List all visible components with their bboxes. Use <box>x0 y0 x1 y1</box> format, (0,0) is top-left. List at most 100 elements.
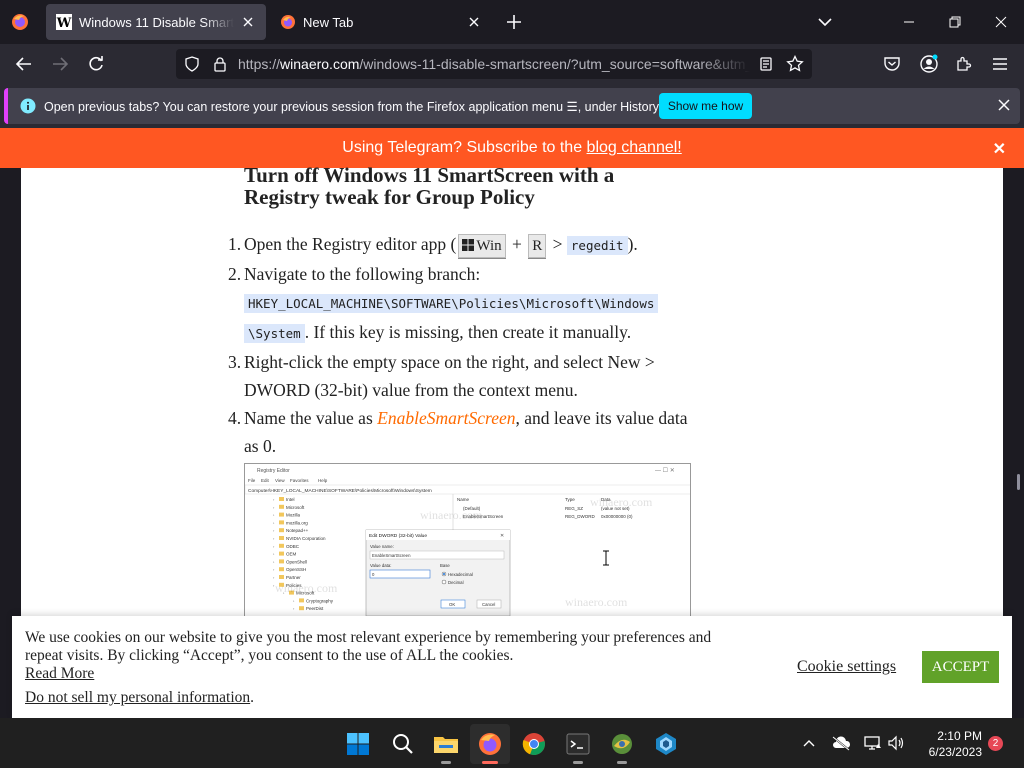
svg-text:winaero.com: winaero.com <box>420 508 483 522</box>
cookie-text: We use cookies on our website to give yo… <box>25 629 712 682</box>
registry-path-code: \System <box>244 324 305 343</box>
list-item: 2. Navigate to the following branch: HKE… <box>228 260 694 348</box>
svg-text:— ☐ ✕: — ☐ ✕ <box>655 467 675 474</box>
tree-expand-icon: › <box>273 513 275 518</box>
app2-icon[interactable] <box>646 724 686 764</box>
list-item: 4. Name the value as EnableSmartScreen, … <box>228 408 688 456</box>
value-name-highlight: EnableSmartScreen <box>377 408 516 428</box>
network-icon[interactable] <box>861 731 885 755</box>
app-icon[interactable] <box>602 724 642 764</box>
page-scrollbar-thumb[interactable] <box>1017 474 1020 490</box>
tree-expand-icon: › <box>273 567 275 572</box>
r-key: R <box>528 234 547 258</box>
forward-arrow-icon[interactable] <box>48 52 72 76</box>
account-avatar-icon[interactable] <box>917 52 941 76</box>
lock-icon[interactable] <box>212 56 228 77</box>
list-all-tabs-chevron-icon[interactable] <box>816 13 834 31</box>
svg-text:Favorites: Favorites <box>290 478 309 483</box>
blog-channel-link[interactable]: blog channel! <box>587 139 682 156</box>
tree-item: PeerDist <box>306 606 324 611</box>
url-text[interactable]: https://winaero.com/windows-11-disable-s… <box>238 56 750 72</box>
firefox-view-icon[interactable] <box>8 10 32 34</box>
tab-windows-11-disable-smartscreen[interactable]: W Windows 11 Disable SmartScreen <box>46 4 266 40</box>
article: Turn off Windows 11 SmartScreen with a R… <box>228 164 694 460</box>
steps-list: 1. Open the Registry editor app (Win + R… <box>228 230 694 460</box>
info-icon <box>20 98 36 119</box>
svg-text:Base: Base <box>440 563 450 568</box>
windows-taskbar: 2:10 PM 6/23/2023 2 <box>0 718 1024 768</box>
minimize-icon[interactable] <box>886 0 932 44</box>
accept-cookies-button[interactable]: ACCEPT <box>922 651 999 683</box>
onedrive-cloud-icon[interactable] <box>829 731 853 755</box>
svg-text:Value name:: Value name: <box>370 544 394 549</box>
tab-new-tab[interactable]: New Tab <box>270 4 492 40</box>
start-icon[interactable] <box>338 724 378 764</box>
volume-icon[interactable] <box>884 731 908 755</box>
restore-icon[interactable] <box>932 0 978 44</box>
tree-item: OpenSSH <box>286 567 306 572</box>
terminal-icon[interactable] <box>558 724 598 764</box>
cookie-settings-link[interactable]: Cookie settings <box>797 658 896 676</box>
tree-item: Mozilla <box>286 513 301 518</box>
search-icon[interactable] <box>383 724 423 764</box>
session-restore-notification: Open previous tabs? You can restore your… <box>0 84 1024 128</box>
chrome-icon[interactable] <box>514 724 554 764</box>
tree-expand-icon: › <box>273 552 275 557</box>
svg-text:Help: Help <box>318 478 328 483</box>
tree-expand-icon: › <box>273 544 275 549</box>
tab-title: New Tab <box>303 14 354 30</box>
tree-item: Cryptography <box>306 598 334 603</box>
telegram-promo-banner: Using Telegram? Subscribe to the blog ch… <box>0 128 1024 168</box>
bookmark-star-icon[interactable] <box>786 54 804 78</box>
close-tab-icon[interactable] <box>466 14 482 30</box>
tree-expand-icon: › <box>293 598 295 603</box>
hamburger-menu-icon[interactable] <box>988 52 1012 76</box>
folder-icon <box>299 598 304 603</box>
clock-time: 2:10 PM <box>937 729 982 743</box>
pocket-icon[interactable] <box>880 52 904 76</box>
firefox-icon <box>280 14 296 30</box>
tree-expand-icon: › <box>273 520 275 525</box>
svg-text:Edit DWORD (32-bit) Value: Edit DWORD (32-bit) Value <box>369 533 427 539</box>
reader-view-icon[interactable] <box>758 56 774 77</box>
firefox-icon[interactable] <box>470 724 510 764</box>
do-not-sell-link[interactable]: Do not sell my personal information <box>25 689 250 706</box>
show-me-how-button[interactable]: Show me how <box>659 93 752 119</box>
svg-text:Edit: Edit <box>261 478 270 483</box>
close-notification-icon[interactable] <box>997 98 1011 117</box>
read-more-link[interactable]: Read More <box>25 665 94 682</box>
file-explorer-icon[interactable] <box>426 724 466 764</box>
address-bar[interactable]: https://winaero.com/windows-11-disable-s… <box>176 49 812 79</box>
svg-text:Decimal: Decimal <box>448 580 464 585</box>
registry-editor-screenshot: Registry Editor — ☐ ✕ File Edit View Fav… <box>244 463 691 623</box>
notification-count-badge[interactable]: 2 <box>988 736 1003 751</box>
system-clock[interactable]: 2:10 PM 6/23/2023 <box>912 728 982 760</box>
svg-text:✕: ✕ <box>500 533 504 539</box>
reload-icon[interactable] <box>84 52 108 76</box>
svg-text:Registry Editor: Registry Editor <box>257 468 290 474</box>
tree-item: mozilla.org <box>286 520 308 525</box>
svg-text:0x00000000 (0): 0x00000000 (0) <box>601 514 633 519</box>
show-hidden-icons-chevron-icon[interactable] <box>797 731 821 755</box>
tree-expand-icon: › <box>273 559 275 564</box>
close-promo-icon[interactable]: ✕ <box>993 139 1006 159</box>
list-item: 1. Open the Registry editor app (Win + R… <box>228 230 694 260</box>
folder-icon <box>279 551 284 556</box>
close-tab-icon[interactable] <box>240 14 256 30</box>
folder-icon <box>279 497 284 501</box>
svg-text:EnableSmartScreen: EnableSmartScreen <box>372 553 411 558</box>
folder-icon <box>299 606 304 611</box>
svg-text:OK: OK <box>449 602 455 607</box>
clock-date: 6/23/2023 <box>928 745 982 759</box>
notification-message: Open previous tabs? You can restore your… <box>44 100 662 114</box>
text-cursor-icon <box>602 550 610 566</box>
back-arrow-icon[interactable] <box>12 52 36 76</box>
extensions-puzzle-icon[interactable] <box>952 52 976 76</box>
svg-text:winaero.com: winaero.com <box>275 581 338 595</box>
tracking-protection-shield-icon[interactable] <box>184 56 200 77</box>
new-tab-plus-icon[interactable] <box>504 12 524 32</box>
tree-item: OEM <box>286 552 297 557</box>
svg-text:Name: Name <box>457 497 470 502</box>
svg-text:Computer\HKEY_LOCAL_MACHINE\SO: Computer\HKEY_LOCAL_MACHINE\SOFTWARE\Pol… <box>248 488 432 494</box>
close-window-icon[interactable] <box>978 0 1024 44</box>
